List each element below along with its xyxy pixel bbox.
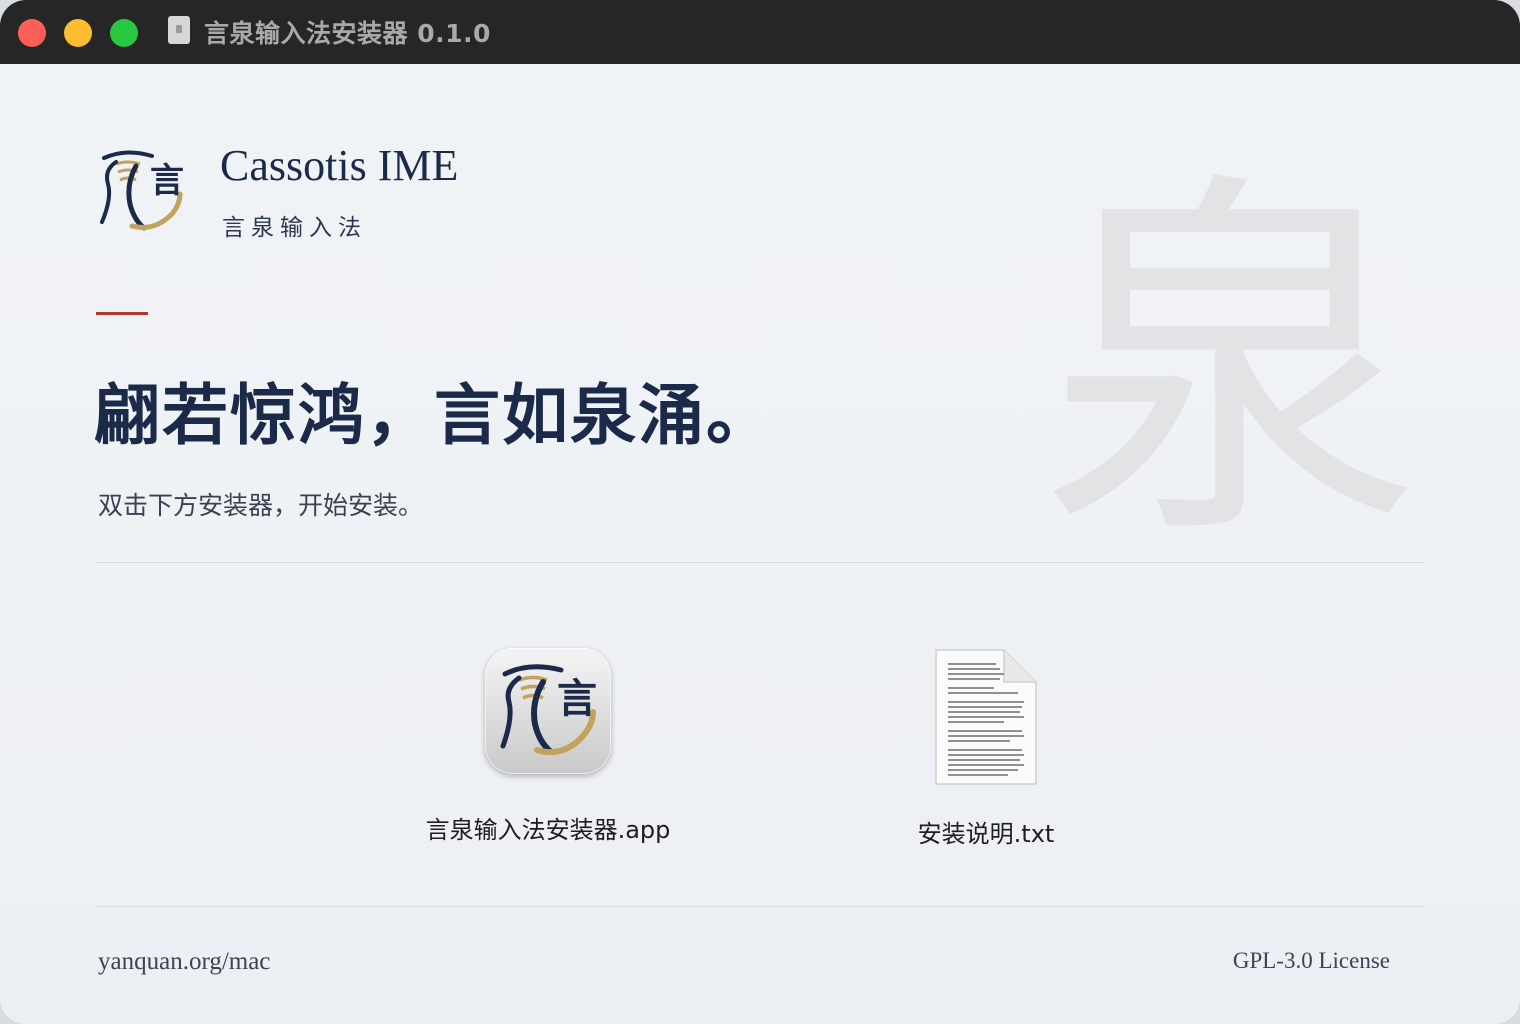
title-bar[interactable]: 言泉输入法安装器 0.1.0 bbox=[0, 0, 1520, 64]
watermark-character: 泉 bbox=[1040, 142, 1420, 585]
installer-app-label[interactable]: 言泉输入法安装器.app bbox=[408, 810, 688, 845]
install-instruction: 双击下方安装器，开始安装。 bbox=[98, 491, 424, 520]
accent-rule bbox=[96, 312, 148, 315]
installer-app-file[interactable]: 言 言泉输入法安装器.app bbox=[408, 648, 688, 845]
readme-txt-label[interactable]: 安装说明.txt bbox=[856, 814, 1116, 849]
main-content: 泉 言 Cassotis IME 言泉输入法 翩若惊鸿，言如泉涌。 双击下方安装… bbox=[0, 64, 1520, 1024]
close-button[interactable] bbox=[18, 19, 46, 47]
minimize-button[interactable] bbox=[64, 19, 92, 47]
logo-character: 言 bbox=[150, 161, 184, 201]
installer-app-icon[interactable]: 言 bbox=[485, 648, 611, 774]
website-link[interactable]: yanquan.org/mac bbox=[98, 948, 270, 976]
window-title: 言泉输入法安装器 0.1.0 bbox=[204, 19, 491, 48]
brand-subtitle: 言泉输入法 bbox=[222, 215, 367, 241]
divider bbox=[96, 562, 1424, 563]
readme-txt-file[interactable]: 安装说明.txt bbox=[856, 648, 1116, 849]
text-document-icon[interactable] bbox=[934, 648, 1038, 786]
document-page-icon bbox=[935, 649, 1037, 785]
cassotis-logo-icon: 言 bbox=[500, 664, 597, 756]
disk-image-icon bbox=[168, 16, 190, 44]
brand-name: Cassotis IME bbox=[220, 141, 459, 190]
divider bbox=[96, 906, 1424, 907]
logo-character: 言 bbox=[557, 675, 597, 722]
installer-window: 言泉输入法安装器 0.1.0 泉 言 Cassotis IME 言泉输入法 翩若… bbox=[0, 0, 1520, 1024]
slogan-heading: 翩若惊鸿，言如泉涌。 bbox=[94, 376, 774, 454]
cassotis-logo-icon: 言 bbox=[100, 150, 184, 231]
license-link[interactable]: GPL-3.0 License bbox=[1233, 948, 1390, 974]
zoom-button[interactable] bbox=[110, 19, 138, 47]
